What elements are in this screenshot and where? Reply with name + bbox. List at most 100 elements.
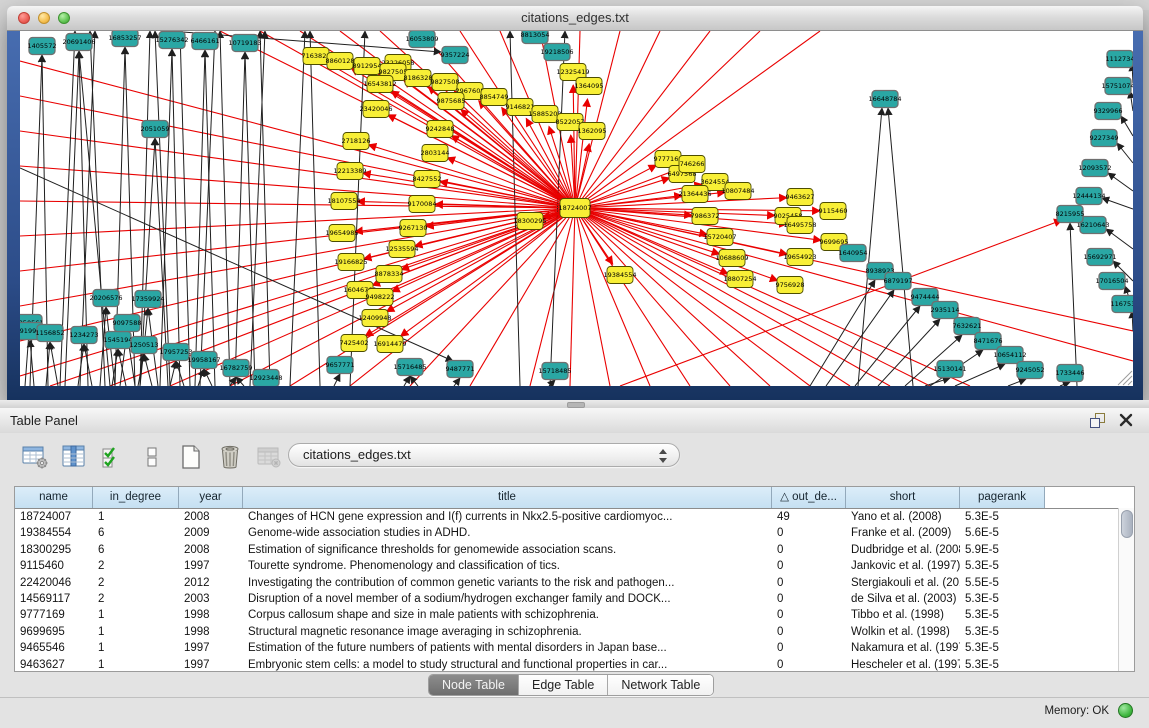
table-cell[interactable]: 2012 xyxy=(179,575,243,591)
table-cell[interactable]: Corpus callosum shape and size in male p… xyxy=(243,607,772,623)
table-row[interactable]: 977716911998Corpus callosum shape and si… xyxy=(15,607,1134,623)
table-cell[interactable]: 1 xyxy=(93,607,179,623)
tab-node-table[interactable]: Node Table xyxy=(429,675,519,695)
table-cell[interactable]: 22420046 xyxy=(15,575,93,591)
table-cell[interactable]: 1 xyxy=(93,657,179,672)
table-cell[interactable]: 5.3E-5 xyxy=(960,607,1045,623)
table-cell[interactable]: 0 xyxy=(772,525,846,541)
column-header-year[interactable]: year xyxy=(179,487,243,508)
table-cell[interactable]: 5.6E-5 xyxy=(960,525,1045,541)
table-row[interactable]: 946362711997Embryonic stem cells: a mode… xyxy=(15,657,1134,672)
tab-network-table[interactable]: Network Table xyxy=(608,675,713,695)
column-header-title[interactable]: title xyxy=(243,487,772,508)
table-cell[interactable]: 2 xyxy=(93,591,179,607)
table-cell[interactable]: Structural magnetic resonance image aver… xyxy=(243,624,772,640)
table-cell[interactable]: 2 xyxy=(93,558,179,574)
table-cell[interactable]: de Silva et al. (2003) xyxy=(846,591,960,607)
network-canvas[interactable]: 1830029519384554977716964975687462663624… xyxy=(20,31,1133,386)
select-all-checks-icon[interactable] xyxy=(98,442,128,472)
table-cell[interactable]: Tibbo et al. (1998) xyxy=(846,607,960,623)
table-cell[interactable]: 19384554 xyxy=(15,525,93,541)
column-header-out_de[interactable]: △ out_de... xyxy=(772,487,846,508)
table-cell[interactable]: Embryonic stem cells: a model to study s… xyxy=(243,657,772,672)
table-settings-icon[interactable] xyxy=(20,442,50,472)
table-cell[interactable]: 0 xyxy=(772,558,846,574)
close-panel-icon[interactable] xyxy=(1119,413,1133,427)
table-cell[interactable]: 5.3E-5 xyxy=(960,591,1045,607)
table-cell[interactable]: Changes of HCN gene expression and I(f) … xyxy=(243,509,772,525)
table-cell[interactable]: Nakamura et al. (1997) xyxy=(846,640,960,656)
table-cell[interactable]: 18724007 xyxy=(15,509,93,525)
table-cell[interactable]: 6 xyxy=(93,542,179,558)
table-cell[interactable]: Genome-wide association studies in ADHD. xyxy=(243,525,772,541)
table-cell[interactable]: 0 xyxy=(772,575,846,591)
table-cell[interactable]: Estimation of significance thresholds fo… xyxy=(243,542,772,558)
column-header-pagerank[interactable]: pagerank xyxy=(960,487,1045,508)
table-row[interactable]: 1872400712008Changes of HCN gene express… xyxy=(15,509,1134,525)
canvas-resize-grip[interactable] xyxy=(1118,371,1132,385)
table-cell[interactable]: 2008 xyxy=(179,509,243,525)
window-titlebar[interactable]: citations_edges.txt xyxy=(7,6,1143,31)
table-cell[interactable]: Investigating the contribution of common… xyxy=(243,575,772,591)
column-header-short[interactable]: short xyxy=(846,487,960,508)
column-header-in_degree[interactable]: in_degree xyxy=(93,487,179,508)
table-cell[interactable]: 9699695 xyxy=(15,624,93,640)
table-cell[interactable]: 5.3E-5 xyxy=(960,509,1045,525)
table-scrollbar[interactable] xyxy=(1118,508,1134,671)
table-cell[interactable]: 9463627 xyxy=(15,657,93,672)
table-cell[interactable]: 2003 xyxy=(179,591,243,607)
table-cell[interactable]: 2 xyxy=(93,575,179,591)
table-cell[interactable]: 1997 xyxy=(179,640,243,656)
table-cell[interactable]: 0 xyxy=(772,640,846,656)
table-cell[interactable]: 1997 xyxy=(179,558,243,574)
table-row[interactable]: 1938455462009Genome-wide association stu… xyxy=(15,525,1134,541)
table-cell[interactable]: Tourette syndrome. Phenomenology and cla… xyxy=(243,558,772,574)
table-cell[interactable]: 9115460 xyxy=(15,558,93,574)
table-cell[interactable]: Dudbridge et al. (2008) xyxy=(846,542,960,558)
table-row[interactable]: 1830029562008Estimation of significance … xyxy=(15,542,1134,558)
table-cell[interactable]: 5.5E-5 xyxy=(960,575,1045,591)
table-cell[interactable]: 0 xyxy=(772,542,846,558)
node-table[interactable]: namein_degreeyeartitle△ out_de...shortpa… xyxy=(14,486,1135,672)
table-row[interactable]: 911546021997Tourette syndrome. Phenomeno… xyxy=(15,558,1134,574)
table-cell[interactable]: Yano et al. (2008) xyxy=(846,509,960,525)
new-table-icon[interactable] xyxy=(176,442,206,472)
table-cell[interactable]: 0 xyxy=(772,607,846,623)
table-cell[interactable]: Hescheler et al. (1997) xyxy=(846,657,960,672)
table-cell[interactable]: 1998 xyxy=(179,624,243,640)
table-cell[interactable]: 1 xyxy=(93,624,179,640)
table-cell[interactable]: 1997 xyxy=(179,657,243,672)
network-graph[interactable]: 1830029519384554977716964975687462663624… xyxy=(20,31,1133,386)
table-cell[interactable]: 5.3E-5 xyxy=(960,624,1045,640)
table-cell[interactable]: Franke et al. (2009) xyxy=(846,525,960,541)
tab-edge-table[interactable]: Edge Table xyxy=(519,675,608,695)
table-cell[interactable]: 1 xyxy=(93,640,179,656)
delete-trash-icon[interactable] xyxy=(215,442,245,472)
table-cell[interactable]: 9465546 xyxy=(15,640,93,656)
table-cell[interactable]: 2009 xyxy=(179,525,243,541)
table-cell[interactable]: 5.3E-5 xyxy=(960,640,1045,656)
table-cell[interactable]: 18300295 xyxy=(15,542,93,558)
table-select-dropdown[interactable]: citations_edges.txt xyxy=(288,443,680,467)
table-row[interactable]: 946554611997Estimation of the future num… xyxy=(15,640,1134,656)
float-panel-icon[interactable] xyxy=(1090,413,1105,428)
table-cell[interactable]: Estimation of the future numbers of pati… xyxy=(243,640,772,656)
table-cell[interactable]: 6 xyxy=(93,525,179,541)
table-cell[interactable]: 49 xyxy=(772,509,846,525)
table-cell[interactable]: 0 xyxy=(772,591,846,607)
table-row[interactable]: 1456911722003Disruption of a novel membe… xyxy=(15,591,1134,607)
table-cell[interactable]: 0 xyxy=(772,657,846,672)
table-cell[interactable]: Jankovic et al. (1997) xyxy=(846,558,960,574)
table-cell[interactable]: 5.3E-5 xyxy=(960,558,1045,574)
table-cell[interactable]: 5.3E-5 xyxy=(960,657,1045,672)
table-cell[interactable]: 1 xyxy=(93,509,179,525)
table-cell[interactable]: 5.9E-5 xyxy=(960,542,1045,558)
panel-splitter[interactable] xyxy=(0,400,1149,408)
table-cell[interactable]: 2008 xyxy=(179,542,243,558)
table-row[interactable]: 969969511998Structural magnetic resonanc… xyxy=(15,624,1134,640)
table-cell[interactable]: 1998 xyxy=(179,607,243,623)
table-row[interactable]: 2242004622012Investigating the contribut… xyxy=(15,575,1134,591)
select-columns-icon[interactable] xyxy=(59,442,89,472)
table-cell[interactable]: 0 xyxy=(772,624,846,640)
table-cell[interactable]: 14569117 xyxy=(15,591,93,607)
